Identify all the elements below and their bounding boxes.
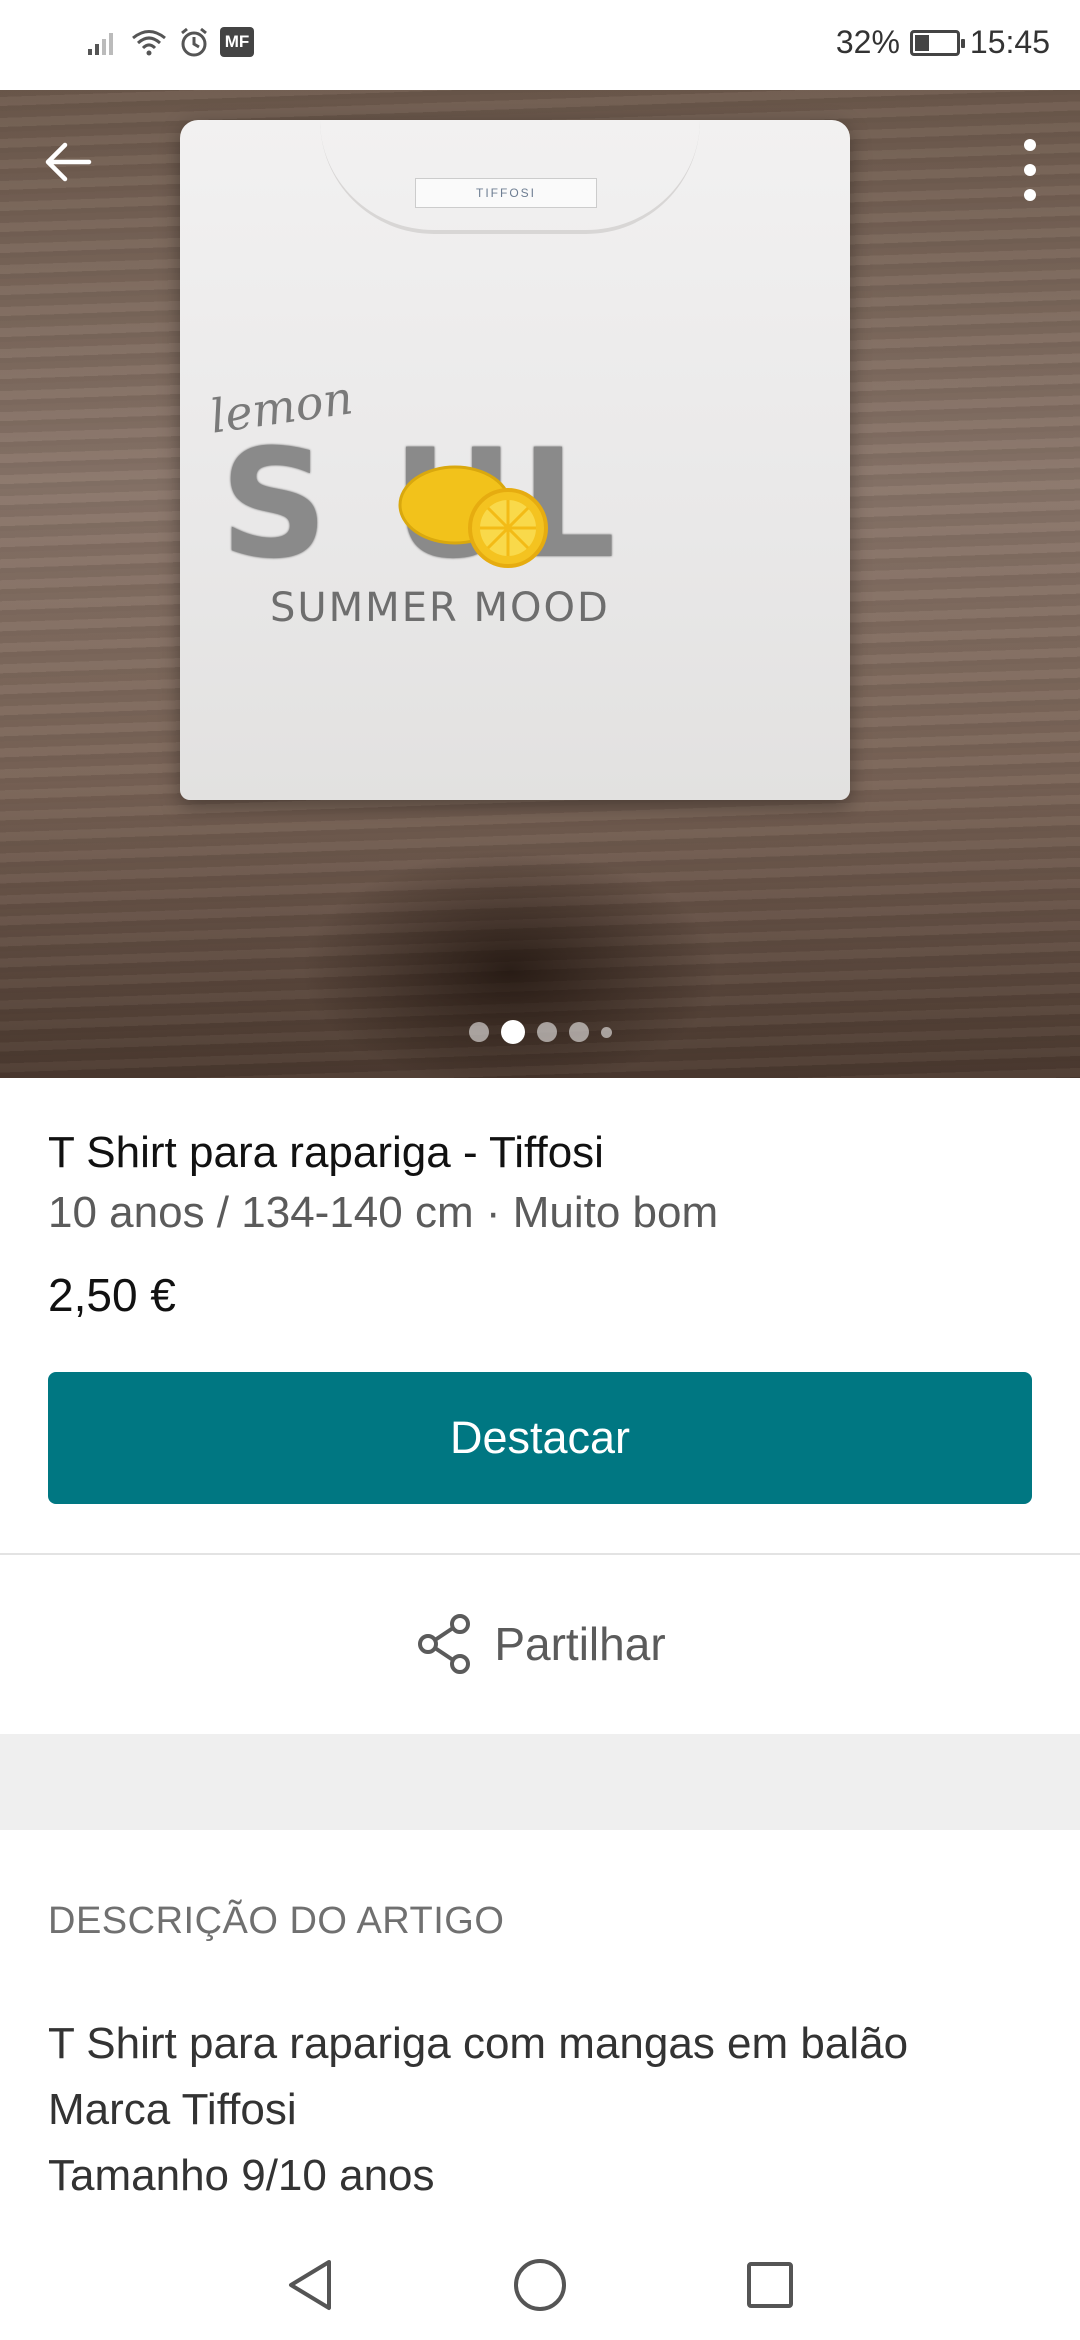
shirt-print: lemon S UL SUMMER MOOD [200,370,840,631]
system-nav-bar [0,2230,1080,2340]
share-button[interactable]: Partilhar [0,1556,1080,1732]
share-icon [418,1614,471,1674]
description-header: DESCRIÇÃO DO ARTIGO [48,1900,505,1942]
nav-recents-button[interactable] [740,2255,800,2315]
description-line: Tamanho 9/10 anos [48,2151,435,2200]
square-recents-icon [747,2262,793,2308]
carousel-dot[interactable] [600,1026,612,1038]
carousel-dot-active[interactable] [500,1020,525,1044]
carousel-dot[interactable] [468,1022,489,1042]
section-separator [0,1734,1080,1830]
status-right: 32% 15:45 [836,24,1050,61]
signal-icon [88,33,113,55]
lemon-graphic [398,465,548,568]
product-image-carousel[interactable]: TIFFOSI lemon S UL SUMMER MOOD [0,90,1080,1078]
circle-home-icon [514,2259,566,2311]
description-line: T Shirt para rapariga com mangas em balã… [48,2019,909,2068]
carrier-badge: MF [220,27,254,57]
item-details: T Shirt para rapariga - Tiffosi 10 anos … [48,1078,1032,1322]
nav-back-button[interactable] [280,2255,340,2315]
battery-percent: 32% [835,24,900,60]
carousel-dot[interactable] [568,1022,589,1042]
status-bar: MF 32% 15:45 [0,0,1080,90]
more-options-button[interactable] [1010,130,1050,210]
description-line: Marca Tiffosi [48,2085,297,2134]
arrow-left-icon [45,142,92,182]
description-text: T Shirt para rapariga com mangas em balã… [48,2011,1032,2209]
triangle-back-icon [289,2260,331,2310]
carousel-dot[interactable] [536,1022,557,1042]
carousel-indicator [0,1020,1080,1044]
description-section: DESCRIÇÃO DO ARTIGO T Shirt para raparig… [48,1830,1032,2209]
battery-icon [909,29,965,56]
back-button[interactable] [36,130,100,194]
print-tagline: SUMMER MOOD [270,585,610,631]
item-size-condition: 10 anos / 134-140 cm · Muito bom [48,1188,719,1237]
nav-home-button[interactable] [510,2255,570,2315]
divider [0,1553,1080,1555]
collar [320,120,700,234]
item-price: 2,50 € [48,1269,176,1321]
destacar-button[interactable]: Destacar [48,1372,1032,1504]
more-vert-icon [1024,139,1036,201]
item-title: T Shirt para rapariga - Tiffosi [48,1128,604,1177]
brand-tag: TIFFOSI [415,178,597,208]
product-photo-tshirt: TIFFOSI lemon S UL SUMMER MOOD [180,120,850,800]
wifi-icon [132,30,166,56]
clock: 15:45 [969,24,1050,60]
alarm-icon [181,27,207,57]
share-label: Partilhar [494,1618,666,1670]
status-left: MF [86,26,254,58]
